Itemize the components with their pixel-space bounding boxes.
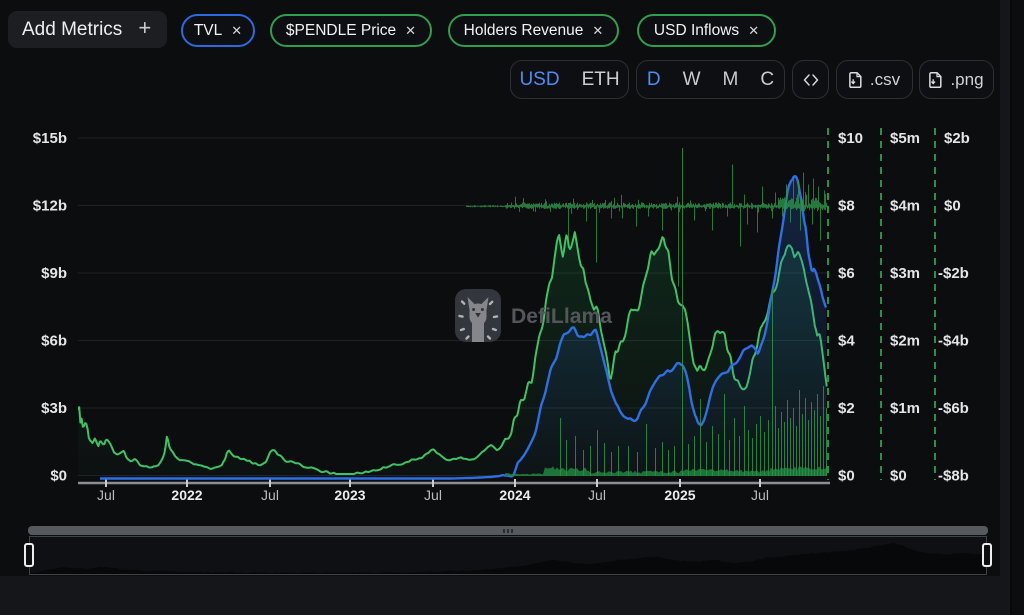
svg-text:Jul: Jul (588, 487, 606, 503)
svg-text:Jul: Jul (97, 487, 115, 503)
svg-text:$6b: $6b (41, 333, 67, 350)
svg-text:2022: 2022 (171, 487, 202, 503)
svg-text:-$2b: -$2b (938, 265, 969, 282)
svg-text:2025: 2025 (664, 487, 695, 503)
svg-text:-$6b: -$6b (938, 400, 969, 417)
svg-text:$4: $4 (838, 333, 855, 350)
svg-text:$1m: $1m (890, 400, 920, 417)
svg-text:$5m: $5m (890, 130, 920, 147)
svg-text:Jul: Jul (261, 487, 279, 503)
svg-text:-$8b: -$8b (938, 468, 969, 485)
svg-text:$12b: $12b (33, 198, 67, 215)
svg-text:$3b: $3b (41, 400, 67, 417)
svg-text:$0: $0 (50, 468, 67, 485)
svg-text:$2m: $2m (890, 333, 920, 350)
svg-text:2023: 2023 (334, 487, 365, 503)
svg-text:$0: $0 (890, 468, 907, 485)
svg-text:$0: $0 (838, 468, 855, 485)
svg-text:DefiLlama: DefiLlama (511, 304, 613, 328)
svg-text:2024: 2024 (499, 487, 530, 503)
svg-text:$2: $2 (838, 400, 855, 417)
svg-text:$8: $8 (838, 198, 855, 215)
svg-text:Jul: Jul (424, 487, 442, 503)
svg-text:$4m: $4m (890, 198, 920, 215)
svg-text:$10: $10 (838, 130, 863, 147)
svg-text:$0: $0 (944, 198, 961, 215)
svg-text:-$4b: -$4b (938, 333, 969, 350)
svg-text:Jul: Jul (751, 487, 769, 503)
svg-text:$9b: $9b (41, 265, 67, 282)
svg-text:$6: $6 (838, 265, 855, 282)
svg-text:$15b: $15b (33, 130, 67, 147)
svg-text:$3m: $3m (890, 265, 920, 282)
svg-text:$2b: $2b (944, 130, 970, 147)
